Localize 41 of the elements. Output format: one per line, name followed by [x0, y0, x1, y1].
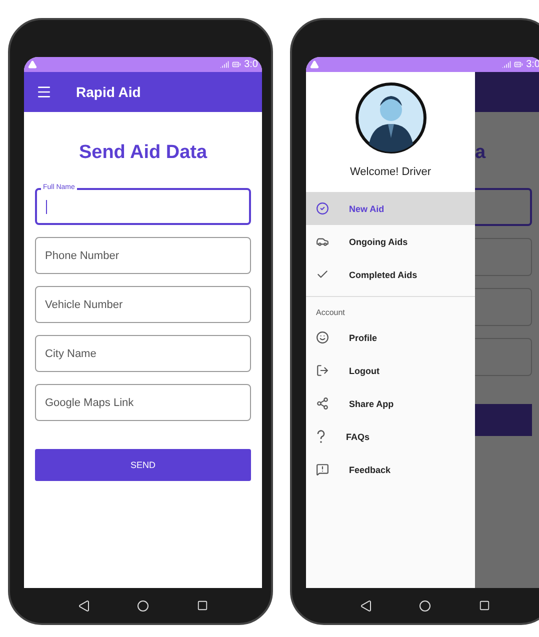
home-icon[interactable]: [419, 600, 432, 612]
battery-icon: [514, 60, 524, 69]
back-icon[interactable]: [360, 600, 372, 612]
logout-icon: [316, 364, 329, 377]
drawer-item[interactable]: Feedback: [306, 453, 475, 486]
text-field[interactable]: Phone Number: [35, 237, 251, 274]
text-field[interactable]: Vehicle Number: [35, 286, 251, 323]
text-field[interactable]: Google Maps Link: [35, 384, 251, 421]
section-header: Account: [315, 307, 346, 319]
signal-icon: [502, 60, 512, 69]
drawer-item[interactable]: Ongoing Aids: [306, 225, 475, 258]
warning-icon: [310, 60, 319, 69]
battery-icon: [232, 60, 242, 69]
message-alert-icon: [316, 463, 329, 476]
status-time: 3:0: [244, 59, 258, 70]
app-title: Rapid Aid: [76, 84, 141, 100]
smiley-icon: [316, 331, 329, 344]
avatar-icon: [354, 82, 426, 154]
share-icon: [316, 397, 329, 410]
form-heading: Send Aid Data: [78, 142, 208, 164]
drawer-item[interactable]: New Aid: [306, 192, 475, 225]
check-circle-icon: [316, 202, 329, 215]
recents-icon[interactable]: [479, 600, 490, 612]
home-icon[interactable]: [137, 600, 150, 612]
send-button[interactable]: SEND: [35, 449, 251, 481]
drawer-item[interactable]: FAQs: [306, 420, 475, 453]
signal-icon: [220, 60, 230, 69]
question-icon: [316, 430, 326, 444]
drawer-item[interactable]: Share App: [306, 387, 475, 420]
text-field[interactable]: City Name: [35, 335, 251, 372]
drawer-item[interactable]: Profile: [306, 321, 475, 354]
drawer-item[interactable]: Logout: [306, 354, 475, 387]
warning-icon: [28, 60, 37, 69]
recents-icon[interactable]: [197, 600, 208, 612]
form-heading: a: [475, 142, 487, 164]
drawer-item[interactable]: Completed Aids: [306, 258, 475, 291]
menu-icon[interactable]: [36, 84, 52, 100]
text-cursor: [46, 200, 47, 214]
welcome-text: Welcome! Driver: [350, 166, 432, 178]
back-icon[interactable]: [78, 600, 90, 612]
app-bar: [475, 72, 539, 112]
